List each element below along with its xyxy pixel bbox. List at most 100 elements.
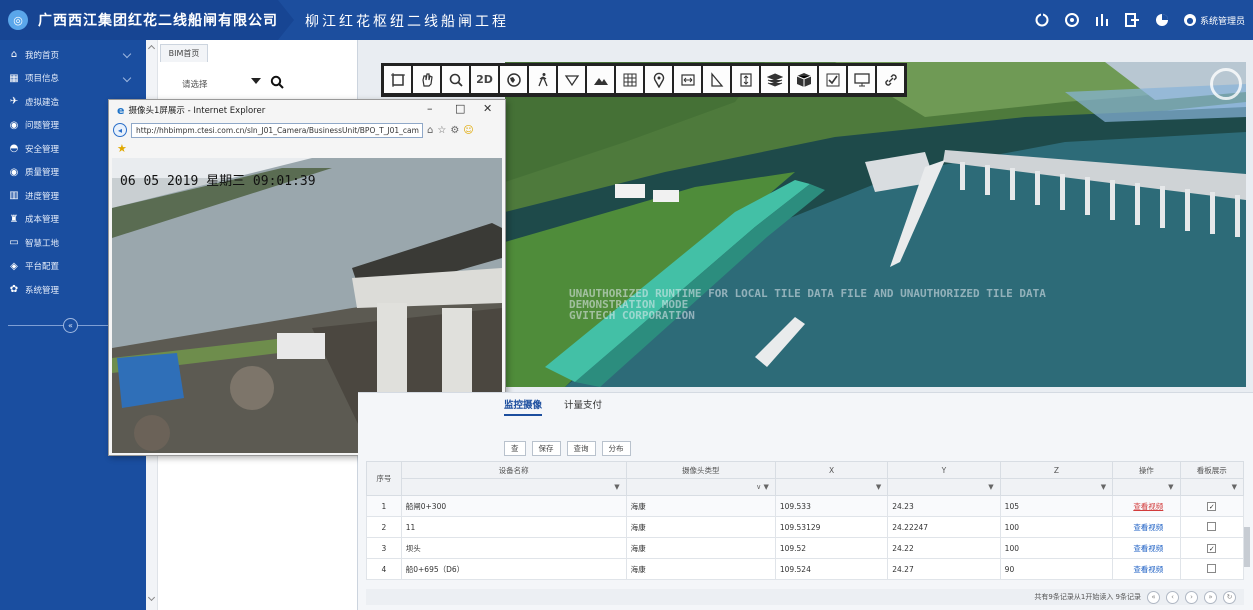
zoom-search-icon[interactable] [442, 66, 469, 93]
tab-payment[interactable]: 计量支付 [564, 397, 602, 416]
grid-icon: ▦ [9, 72, 19, 84]
column-header-y[interactable]: Y [887, 461, 1001, 479]
table-row[interactable]: 3 坝头 海康 109.52 24.22 100 查看视频 ✓ [366, 537, 1245, 559]
column-header-name[interactable]: 设备名称 [400, 461, 627, 479]
compass-icon[interactable] [1210, 68, 1242, 100]
table-row[interactable]: 4 船0+695（D6） 海康 109.524 24.27 90 查看视频 [366, 558, 1245, 580]
tree-select[interactable]: 请选择 [182, 78, 208, 90]
next-page-icon[interactable]: › [1185, 590, 1198, 604]
height-icon[interactable] [732, 66, 759, 93]
view-video-link[interactable]: 查看视频 [1112, 516, 1181, 538]
mountain-icon[interactable] [587, 66, 614, 93]
walk-icon[interactable] [529, 66, 556, 93]
chevron-down-icon [122, 73, 132, 82]
column-header-type[interactable]: 摄像头类型 [625, 461, 776, 479]
filter-icon[interactable]: ▼ [1179, 478, 1245, 496]
settings-gear-icon[interactable]: ⚙ [450, 125, 459, 136]
scroll-down-icon[interactable] [147, 593, 156, 602]
money-icon: ♜ [9, 213, 19, 225]
filter-icon[interactable]: ▼ [1112, 478, 1181, 496]
screen-icon[interactable] [848, 66, 875, 93]
maximize-icon[interactable]: □ [455, 102, 465, 115]
save-button[interactable]: 保存 [531, 441, 561, 456]
table-row[interactable]: 2 11 海康 109.53129 24.22247 100 查看视频 [366, 516, 1245, 538]
pie-icon[interactable] [1154, 12, 1170, 28]
chart-icon: ▥ [9, 190, 19, 202]
target-icon[interactable] [1064, 12, 1080, 28]
filter-icon[interactable]: ▼ [999, 478, 1114, 496]
table-scrollbar[interactable] [1242, 513, 1252, 573]
home-icon[interactable]: ⌂ [427, 125, 433, 136]
pin-icon[interactable] [645, 66, 672, 93]
view-video-link[interactable]: 查看视频 [1112, 558, 1181, 580]
layers-icon[interactable] [761, 66, 788, 93]
smiley-icon[interactable]: ☺ [463, 125, 473, 136]
last-page-icon[interactable]: » [1204, 590, 1217, 604]
column-header-x[interactable]: X [774, 461, 889, 479]
column-header-action[interactable]: 操作 [1112, 461, 1181, 479]
window-titlebar[interactable]: e 摄像头1屏展示 - Internet Explorer – □ ✕ [109, 100, 505, 120]
first-page-icon[interactable]: « [1147, 590, 1160, 604]
close-icon[interactable]: ✕ [483, 102, 492, 115]
measure-icon[interactable] [674, 66, 701, 93]
show-checkbox[interactable] [1207, 521, 1217, 531]
table-row[interactable]: 1 船闸0+300 海康 109.533 24.23 105 查看视频 ✓ [366, 495, 1245, 517]
globe-icon[interactable] [500, 66, 527, 93]
grid-icon[interactable] [616, 66, 643, 93]
check-icon[interactable] [819, 66, 846, 93]
filter-icon[interactable]: ▼ [774, 478, 889, 496]
action-buttons: 查 保存 查询 分布 [504, 441, 631, 456]
window-title: 摄像头1屏展示 - Internet Explorer [128, 106, 266, 116]
logout-icon[interactable] [1124, 12, 1140, 28]
column-header-show[interactable]: 看板展示 [1179, 461, 1245, 479]
view-button[interactable]: 查 [504, 441, 526, 456]
view-video-link[interactable]: 查看视频 [1112, 495, 1181, 517]
header-brand: ◎ 广西西江集团红花二线船闸有限公司 [0, 0, 278, 40]
box-icon[interactable] [790, 66, 817, 93]
show-checkbox[interactable]: ✓ [1207, 501, 1217, 511]
2d-view-button[interactable]: 2D [471, 66, 498, 93]
refresh-icon[interactable] [1034, 12, 1050, 28]
minimize-icon[interactable]: – [427, 102, 433, 115]
bar-chart-icon[interactable] [1094, 12, 1110, 28]
filter-icon[interactable]: ▼ [887, 478, 1001, 496]
refresh-icon[interactable]: ↻ [1223, 590, 1236, 604]
view-video-link[interactable]: 查看视频 [1112, 537, 1181, 559]
query-button[interactable]: 查询 [566, 441, 596, 456]
back-icon[interactable]: ◂ [113, 123, 127, 137]
search-icon[interactable] [270, 75, 284, 89]
tab-camera-monitor[interactable]: 监控摄像 [504, 397, 543, 416]
link-icon[interactable] [877, 66, 904, 93]
show-checkbox[interactable] [1207, 563, 1217, 573]
url-field[interactable]: http://hhbimpm.ctesi.com.cn/sln_J01_Came… [131, 122, 423, 138]
sidebar-item-home[interactable]: ⌂ 我的首页 [0, 43, 146, 67]
browser-actions: ⌂ ☆ ⚙ ☺ [427, 125, 474, 136]
monitor-icon: ▭ [9, 237, 19, 249]
column-header-z[interactable]: Z [999, 461, 1114, 479]
user-menu[interactable]: ● 系统管理员 [1183, 14, 1245, 27]
dropdown-arrow-icon[interactable] [251, 78, 261, 84]
distribute-button[interactable]: 分布 [601, 441, 631, 456]
prev-page-icon[interactable]: ‹ [1166, 590, 1179, 604]
angle-icon[interactable] [703, 66, 730, 93]
favorite-star-icon[interactable]: ☆ [437, 125, 446, 136]
filter-icon[interactable]: ∨ ▼ [625, 478, 776, 496]
camera-table: 序号 设备名称 摄像头类型 X Y Z 操作 看板展示 ▼ ∨ ▼ ▼ ▼ ▼ … [366, 461, 1245, 580]
tab-bim-home[interactable]: BIM首页 [160, 44, 208, 62]
scroll-up-icon[interactable] [147, 44, 156, 53]
header-divider [278, 0, 294, 40]
pan-hand-icon[interactable] [413, 66, 440, 93]
frame-select-icon[interactable] [384, 66, 411, 93]
filter-icon[interactable]: ▼ [400, 478, 627, 496]
triangle-icon[interactable] [558, 66, 585, 93]
pager-summary: 共有9条记录从1开始读入 9条记录 [1034, 593, 1141, 601]
sidebar-item-project[interactable]: ▦ 项目信息 [0, 67, 146, 91]
favorites-icon[interactable]: ★ [117, 142, 127, 155]
collapse-sidebar-button[interactable]: « [63, 318, 78, 333]
column-header-no[interactable]: 序号 [366, 461, 402, 496]
pagination: 共有9条记录从1开始读入 9条记录 « ‹ › » ↻ [366, 589, 1244, 605]
bim-3d-viewport[interactable]: UNAUTHORIZED RUNTIME FOR LOCAL TILE DATA… [505, 62, 1246, 387]
company-name: 广西西江集团红花二线船闸有限公司 [38, 13, 278, 29]
home-icon: ⌂ [10, 49, 18, 61]
show-checkbox[interactable]: ✓ [1207, 543, 1217, 553]
